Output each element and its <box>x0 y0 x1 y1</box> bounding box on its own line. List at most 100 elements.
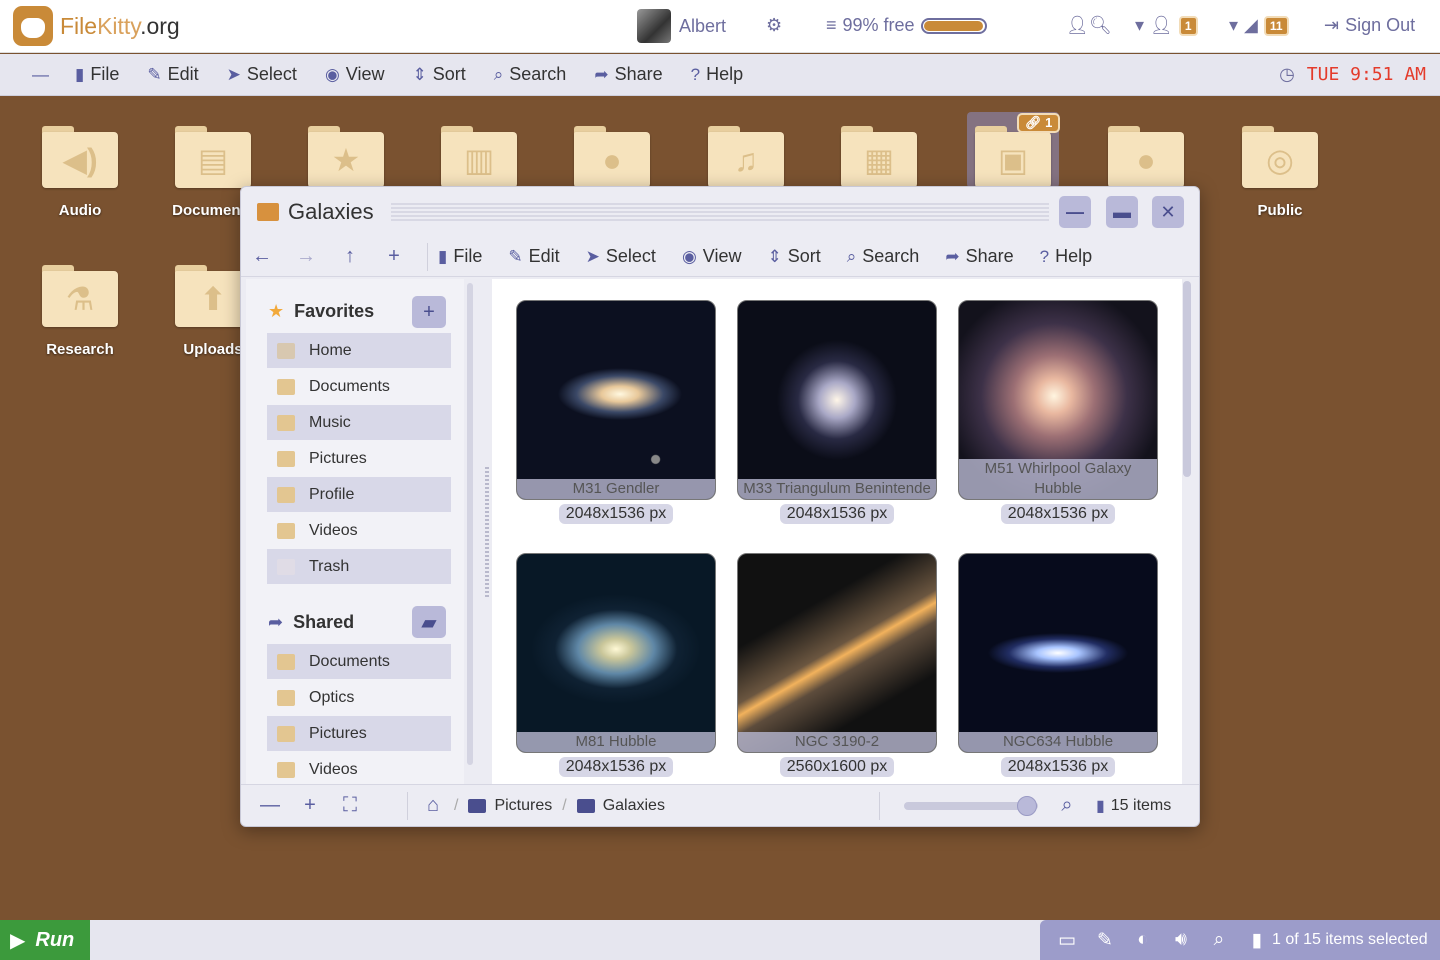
share-icon: ➦ <box>945 246 960 266</box>
menu-sort[interactable]: ⇕ Sort <box>412 64 465 85</box>
zoom-icon[interactable]: ⌕ <box>1208 929 1230 951</box>
breadcrumb-separator: / <box>454 796 459 814</box>
forward-arrow-icon[interactable]: → <box>295 245 317 268</box>
person-icon: ● <box>1108 132 1184 188</box>
file-thumbnail[interactable]: M33 Triangulum Benintende 2048x1536 px <box>737 300 937 524</box>
minimize-button[interactable]: — <box>1059 196 1091 228</box>
storage-indicator[interactable]: ≡ 99% free <box>826 15 987 36</box>
fullscreen-icon[interactable]: ⛶ <box>339 794 361 817</box>
run-button[interactable]: ▶ Run <box>0 920 90 960</box>
volume-icon[interactable]: 🔊︎ <box>1170 929 1192 951</box>
file-dimensions: 2048x1536 px <box>779 504 895 524</box>
sidebar: ★ Favorites + Home Documents Music Pictur… <box>246 279 464 785</box>
desktop-folder-public[interactable]: ◎ Public <box>1220 126 1340 219</box>
menu-edit[interactable]: ✎ Edit <box>147 64 198 85</box>
divider <box>427 242 428 271</box>
user-search-icon[interactable]: 👤︎🔍︎ <box>1066 15 1112 36</box>
window-menu-share[interactable]: ➦ Share <box>945 246 1013 267</box>
window-menu-view[interactable]: ◉ View <box>682 246 742 267</box>
trash-icon <box>277 558 295 575</box>
top-bar: FileKitty.org Albert ⚙ ≡ 99% free 👤︎🔍︎ ▾… <box>0 0 1440 53</box>
user-menu[interactable]: Albert <box>637 9 726 43</box>
folder-icon: ⚗ <box>42 265 118 327</box>
home-icon[interactable]: ⌂ <box>422 794 444 817</box>
pane-resize-handle[interactable] <box>485 467 489 597</box>
window-titlebar[interactable]: Galaxies — ▬ ✕ <box>241 187 1199 237</box>
sidebar-item-profile[interactable]: Profile <box>267 477 451 512</box>
sidebar-item-videos[interactable]: Videos <box>267 513 451 548</box>
breadcrumb-pictures[interactable]: Pictures <box>468 797 552 815</box>
desktop-folder-research[interactable]: ⚗ Research <box>20 265 140 358</box>
notifications-dropdown[interactable]: ▾ ◢ 11 <box>1229 15 1289 36</box>
menu-view[interactable]: ◉ View <box>325 64 385 85</box>
sidebar-scrollbar[interactable] <box>467 283 473 765</box>
zoom-in-plus-icon[interactable]: + <box>299 794 321 817</box>
folder-icon: ★ <box>308 126 384 188</box>
menu-search[interactable]: ⌕ Search <box>494 64 567 85</box>
folder-icon <box>576 798 595 813</box>
menu-bar: — ▮ File ✎ Edit ➤ Select ◉ View ⇕ Sort ⌕ Searc… <box>0 54 1440 96</box>
sign-out-icon: ⇥ <box>1324 15 1340 35</box>
menu-select[interactable]: ➤ Select <box>227 64 297 85</box>
sign-out-button[interactable]: ⇥ Sign Out <box>1324 15 1415 36</box>
sidebar-item-pictures[interactable]: Pictures <box>267 441 451 476</box>
contrast-icon[interactable]: ◐ <box>1132 929 1154 951</box>
brush-icon[interactable]: ✎ <box>1094 929 1116 952</box>
close-button[interactable]: ✕ <box>1152 196 1184 228</box>
drag-handle[interactable] <box>391 201 1049 221</box>
sidebar-shared-pictures[interactable]: Pictures <box>267 716 451 751</box>
window-menu-file[interactable]: ▮ File <box>438 246 482 267</box>
back-arrow-icon[interactable]: ← <box>251 245 273 268</box>
zoom-out-minus-icon[interactable]: — <box>259 794 281 817</box>
window-title: Galaxies <box>288 199 374 224</box>
file-icon: ▮ <box>75 64 85 84</box>
menu-file[interactable]: ▮ File <box>75 64 119 85</box>
file-thumbnail[interactable]: M31 Gendler 2048x1536 px <box>516 300 716 524</box>
open-shared-folder-button[interactable]: ▰ <box>412 606 446 638</box>
folder-icon: ◀) <box>42 126 118 188</box>
file-manager-window: Galaxies — ▬ ✕ ← → ↑ + ▮ File ✎ Edit ➤ Sele… <box>240 186 1200 827</box>
breadcrumb-galaxies[interactable]: Galaxies <box>576 797 665 815</box>
storage-bar-fill <box>923 20 983 31</box>
sidebar-item-home[interactable]: Home <box>267 333 451 368</box>
up-arrow-icon[interactable]: ↑ <box>339 245 361 268</box>
menu-share[interactable]: ➦ Share <box>594 64 662 85</box>
sidebar-item-music[interactable]: Music <box>267 405 451 440</box>
folder-icon: ▤ <box>175 126 251 188</box>
file-thumbnail[interactable]: M51 Whirlpool Galaxy Hubble 2048x1536 px <box>958 300 1158 524</box>
link-badge: 🔗︎ 1 <box>1017 113 1061 133</box>
collapse-button[interactable]: — <box>32 65 49 85</box>
window-menu-search[interactable]: ⌕ Search <box>847 246 920 267</box>
zoom-magnifier-icon[interactable]: ⌕ <box>1056 794 1078 817</box>
sidebar-item-documents[interactable]: Documents <box>267 369 451 404</box>
new-plus-icon[interactable]: + <box>383 245 405 268</box>
zoom-slider[interactable] <box>903 795 1038 816</box>
clock[interactable]: ◷ TUE 9:51 AM <box>1279 64 1426 85</box>
menu-help[interactable]: ? Help <box>691 64 744 85</box>
logo[interactable]: FileKitty.org <box>13 6 180 46</box>
desktop-folder-label: Public <box>1257 202 1303 219</box>
users-dropdown[interactable]: ▾ 👤︎ 1 <box>1135 15 1198 36</box>
sidebar-shared-documents[interactable]: Documents <box>267 644 451 679</box>
share-icon: ➦ <box>268 612 284 632</box>
window-menu-sort[interactable]: ⇕ Sort <box>767 246 820 267</box>
zoom-slider-knob[interactable] <box>1017 795 1038 816</box>
file-thumbnail[interactable]: M81 Hubble 2048x1536 px <box>516 553 716 777</box>
sidebar-shared-videos[interactable]: Videos <box>267 752 451 787</box>
file-thumbnail[interactable]: NGC 3190-2 2560x1600 px <box>737 553 937 777</box>
monitor-icon[interactable]: ▭ <box>1056 929 1078 952</box>
maximize-button[interactable]: ▬ <box>1106 196 1138 228</box>
add-favorite-button[interactable]: + <box>412 296 446 328</box>
file-thumbnail[interactable]: NGC634 Hubble 2048x1536 px <box>958 553 1158 777</box>
content-scrollbar[interactable] <box>1183 281 1191 477</box>
folder-icon: ▥ <box>441 126 517 188</box>
window-menu-help[interactable]: ? Help <box>1040 246 1093 267</box>
desktop-folder-audio[interactable]: ◀) Audio <box>20 126 140 219</box>
file-name: M31 Gendler <box>517 479 715 499</box>
settings-gear-icon[interactable]: ⚙ <box>766 15 782 36</box>
window-menu-select[interactable]: ➤ Select <box>586 246 656 267</box>
sidebar-shared-optics[interactable]: Optics <box>267 680 451 715</box>
sidebar-item-trash[interactable]: Trash <box>267 549 451 584</box>
user-icon: 👤︎ <box>1150 15 1173 35</box>
window-menu-edit[interactable]: ✎ Edit <box>508 246 559 267</box>
